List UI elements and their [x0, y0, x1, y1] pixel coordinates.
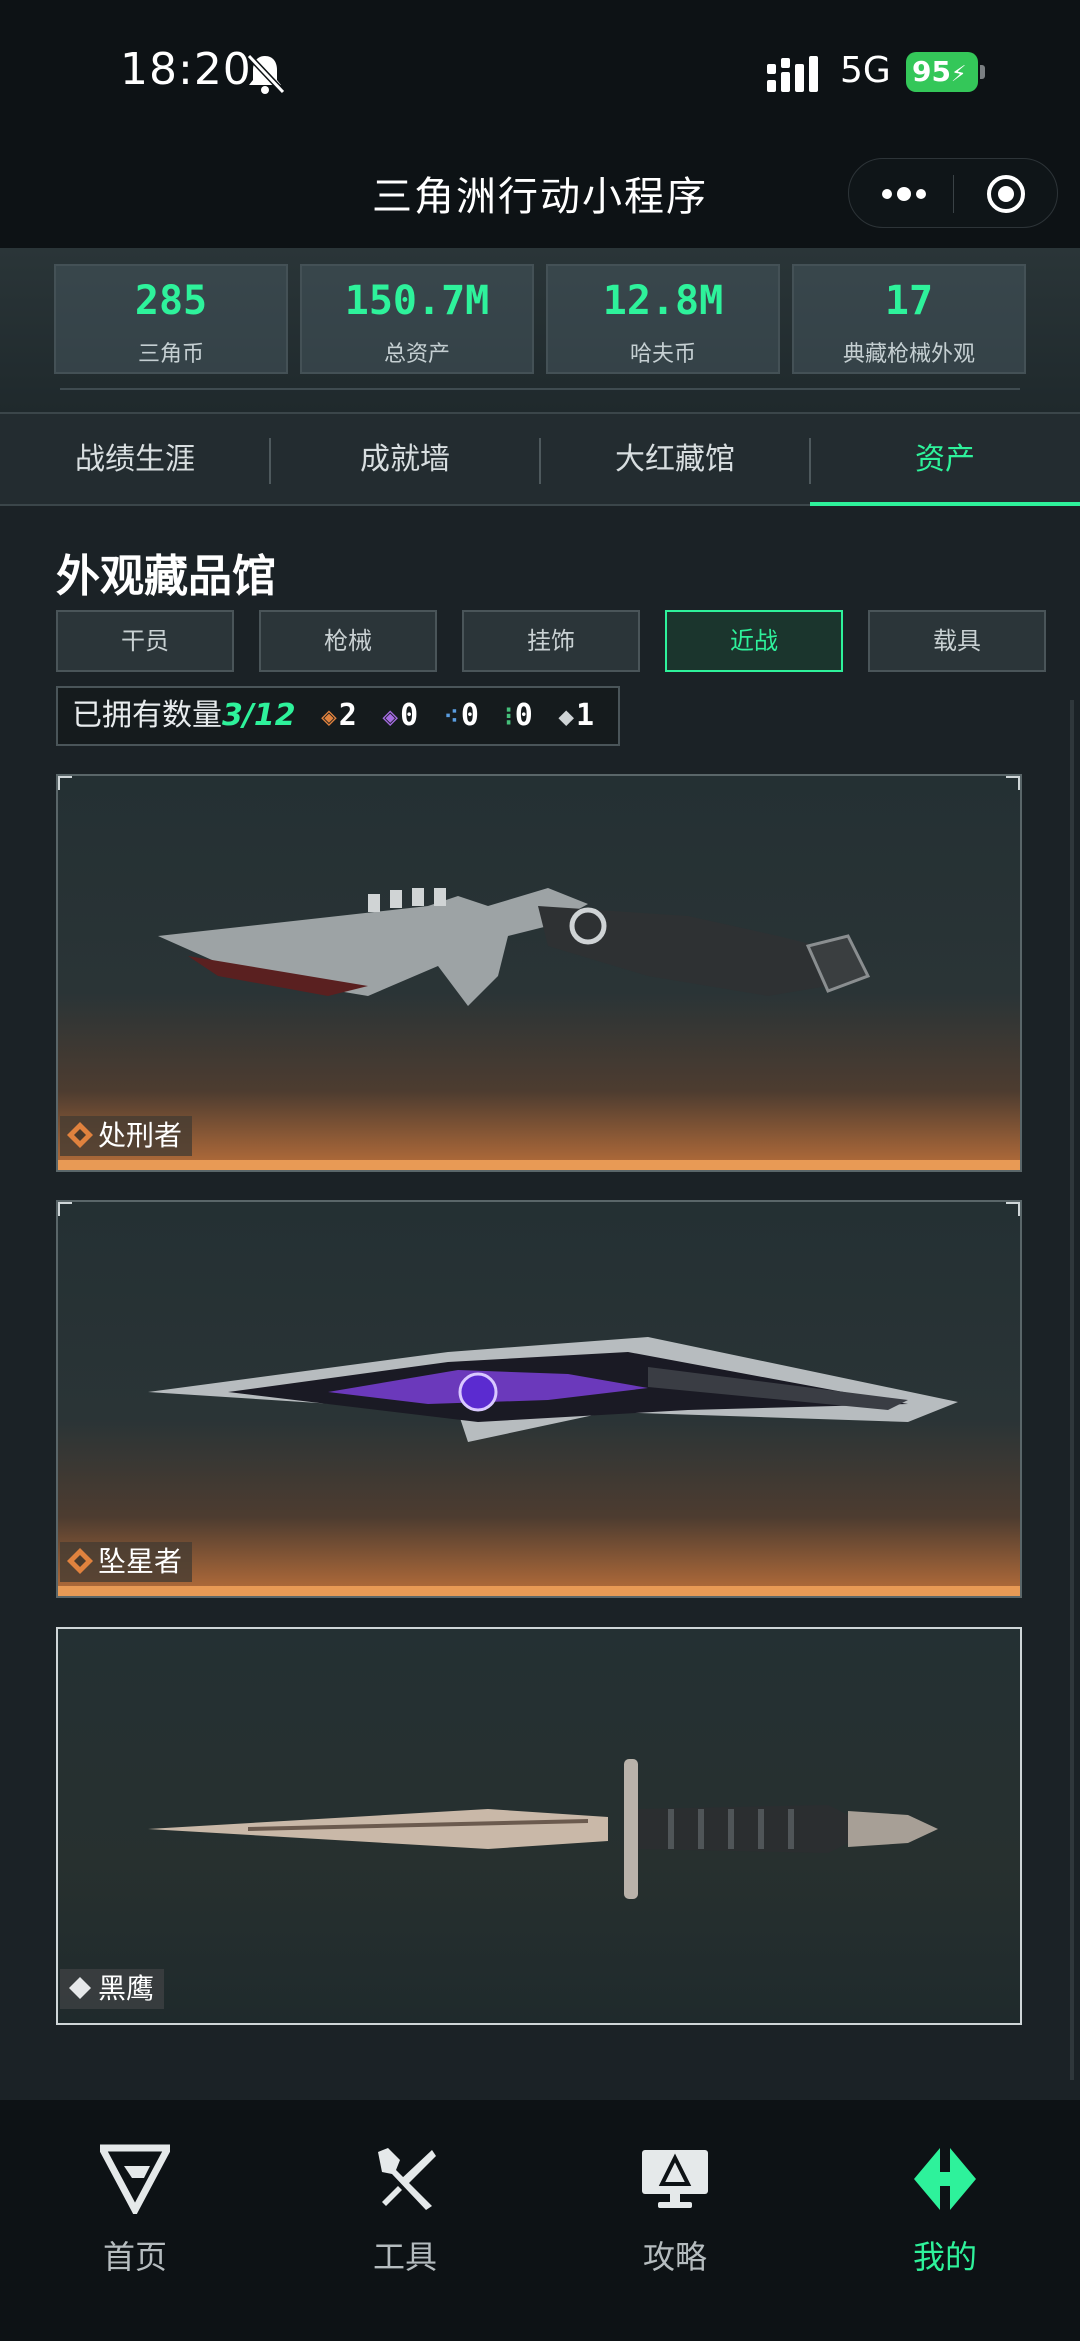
- network-label: 5G: [840, 50, 891, 91]
- mini-program-capsule: [848, 158, 1058, 228]
- stat-label: 三角币: [137, 342, 204, 367]
- white-rarity-icon: [69, 1977, 91, 1999]
- white-rarity-icon: ◆: [558, 702, 575, 732]
- filter-firearms[interactable]: 枪械: [259, 610, 437, 672]
- executioner-knife-image: [158, 888, 871, 1006]
- item-name-label: 黑鹰: [60, 1969, 165, 2009]
- melee-item-card[interactable]: 处刑者: [56, 774, 1022, 1172]
- tab-achievements[interactable]: 成就墙: [270, 414, 540, 506]
- melee-item-card[interactable]: 黑鹰: [56, 1627, 1022, 2025]
- melee-item-card[interactable]: 坠星者: [56, 1200, 1022, 1598]
- tools-icon: [378, 2148, 436, 2210]
- battery-indicator: 95⚡: [906, 52, 986, 92]
- owned-count-box: 已拥有数量3/12 ◈2 ◈0 ⁖0 ⁝0 ◆1: [56, 686, 620, 746]
- rarity-count-orange: 2: [338, 698, 357, 733]
- nav-guide[interactable]: 攻略: [540, 2100, 810, 2300]
- filter-operators[interactable]: 干员: [56, 610, 234, 672]
- nav-profile[interactable]: 我的: [810, 2100, 1080, 2300]
- orange-rarity-icon: ◈: [321, 702, 337, 732]
- stat-label: 总资产: [383, 342, 450, 367]
- section-title: 外观藏品馆: [56, 551, 276, 602]
- profile-tabs: 战绩生涯 成就墙 大红藏馆 资产: [0, 412, 1080, 506]
- nav-label: 首页: [102, 2238, 167, 2276]
- tab-red-collection[interactable]: 大红藏馆: [540, 414, 810, 506]
- owned-label: 已拥有数量: [72, 698, 222, 733]
- stat-card-coins: 285 三角币: [54, 264, 288, 374]
- tab-assets[interactable]: 资产: [810, 414, 1080, 506]
- nav-tools[interactable]: 工具: [270, 2100, 540, 2300]
- rarity-count-blue: 0: [460, 698, 479, 733]
- item-name: 黑鹰: [98, 1972, 155, 2005]
- stat-card-haf-coins: 12.8M 哈夫币: [546, 264, 780, 374]
- orange-rarity-icon: [67, 1122, 93, 1148]
- nav-home[interactable]: 首页: [0, 2100, 270, 2300]
- tab-career[interactable]: 战绩生涯: [0, 414, 270, 506]
- nav-label: 我的: [912, 2238, 977, 2276]
- owned-count: 3/12: [222, 698, 296, 733]
- black-hawk-knife-image: [148, 1759, 938, 1899]
- nav-label: 工具: [372, 2238, 437, 2276]
- filter-melee[interactable]: 近战: [665, 610, 843, 672]
- stat-value: 17: [884, 278, 934, 324]
- orange-rarity-icon: [67, 1548, 93, 1574]
- status-bar: 18:20 5G 95⚡: [0, 0, 1080, 140]
- stat-value: 285: [134, 278, 208, 324]
- close-target-icon[interactable]: [985, 173, 1027, 215]
- bell-muted-icon: [246, 53, 285, 95]
- item-name: 处刑者: [98, 1119, 183, 1152]
- green-rarity-icon: ⁝: [504, 702, 513, 732]
- scrollbar[interactable]: [1070, 700, 1074, 2080]
- guide-monitor-icon: [642, 2150, 708, 2208]
- rarity-count-white: 1: [576, 698, 595, 733]
- nav-label: 攻略: [642, 2238, 707, 2276]
- signal-icon: [767, 56, 818, 92]
- divider: [60, 388, 1020, 390]
- item-name: 坠星者: [98, 1545, 183, 1578]
- item-name-label: 坠星者: [60, 1542, 193, 1582]
- stat-value: 150.7M: [344, 278, 490, 324]
- stat-card-collection-skins: 17 典藏枪械外观: [792, 264, 1026, 374]
- stat-card-assets: 150.7M 总资产: [300, 264, 534, 374]
- profile-logo-icon: [914, 2148, 976, 2210]
- purple-rarity-icon: ◈: [382, 702, 399, 732]
- stat-label: 哈夫币: [629, 342, 696, 367]
- more-icon[interactable]: [879, 183, 929, 205]
- rarity-count-purple: 0: [400, 698, 419, 733]
- item-name-label: 处刑者: [60, 1116, 193, 1156]
- battery-level: 95: [912, 55, 951, 88]
- title-bar: 三角洲行动小程序: [0, 140, 1080, 248]
- home-logo-icon: [100, 2144, 170, 2214]
- bottom-nav: 首页 工具 攻略 我的: [0, 2100, 1080, 2341]
- status-time: 18:20: [120, 44, 252, 95]
- blue-rarity-icon: ⁖: [443, 702, 459, 732]
- star-faller-knife-image: [148, 1337, 958, 1442]
- filter-vehicles[interactable]: 载具: [868, 610, 1046, 672]
- stat-label: 典藏枪械外观: [842, 342, 975, 367]
- stats-panel: 285 三角币 150.7M 总资产 12.8M 哈夫币 17 典藏枪械外观: [0, 248, 1080, 412]
- stat-value: 12.8M: [602, 278, 724, 324]
- filter-charms[interactable]: 挂饰: [462, 610, 640, 672]
- rarity-count-green: 0: [514, 698, 533, 733]
